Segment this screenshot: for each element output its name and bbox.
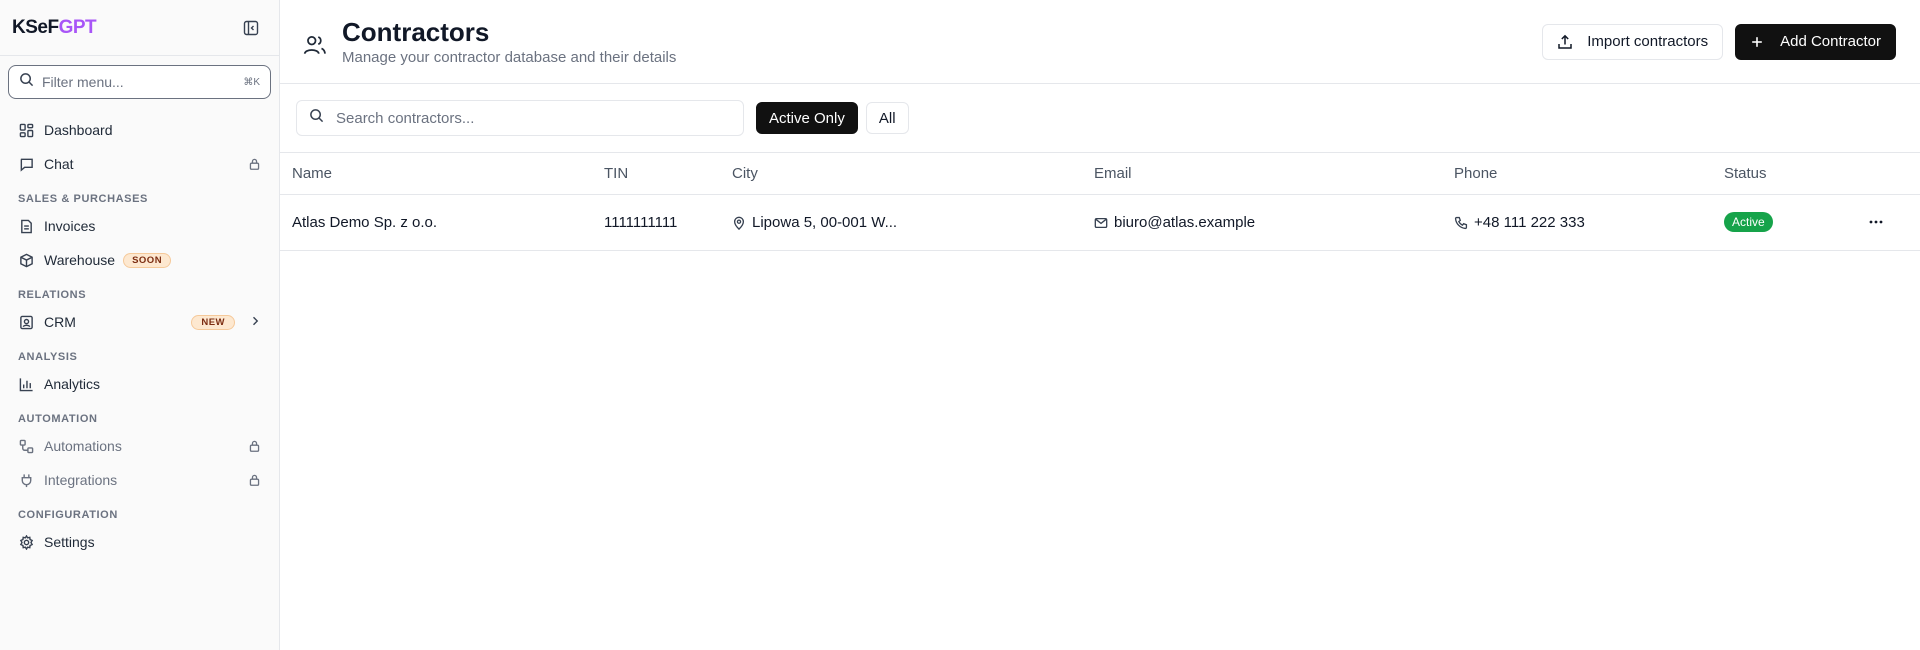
chevron-right-icon[interactable] [249, 314, 261, 330]
main-content: Contractors Manage your contractor datab… [280, 0, 1920, 650]
cell-name: Atlas Demo Sp. z o.o. [280, 194, 592, 251]
gear-icon [18, 534, 34, 550]
import-contractors-button[interactable]: Import contractors [1542, 23, 1724, 60]
filter-active-only-button[interactable]: Active Only [756, 102, 858, 134]
search-field[interactable] [296, 100, 744, 136]
cell-actions [1852, 194, 1920, 251]
table-header-row: Name TIN City Email Phone Status [280, 153, 1920, 195]
sidebar-item-label: Integrations [44, 472, 118, 488]
sidebar-item-chat[interactable]: Chat [0, 147, 279, 181]
sidebar-nav: Dashboard Chat SALES & PURCHASES Invoice… [0, 99, 279, 559]
page-subtitle: Manage your contractor database and thei… [342, 49, 677, 66]
invoice-icon [18, 218, 34, 234]
more-actions-icon[interactable] [1864, 210, 1888, 234]
column-header-name[interactable]: Name [280, 153, 592, 195]
cell-phone: +48 111 222 333 [1442, 194, 1712, 251]
package-icon [18, 252, 34, 268]
lock-icon [248, 158, 261, 171]
column-header-actions [1852, 153, 1920, 195]
mail-icon [1094, 216, 1108, 230]
section-relations: RELATIONS [18, 289, 87, 301]
phone-icon [1454, 216, 1468, 230]
sidebar-item-label: Dashboard [44, 122, 113, 138]
crm-right: NEW [191, 314, 261, 330]
sidebar-item-integrations[interactable]: Integrations [0, 463, 279, 497]
page-title: Contractors [342, 17, 490, 47]
map-pin-icon [732, 216, 746, 230]
sidebar-item-warehouse[interactable]: Warehouse SOON [0, 243, 279, 277]
plug-icon [18, 472, 34, 488]
soon-badge: SOON [123, 252, 172, 268]
sidebar-item-dashboard[interactable]: Dashboard [0, 113, 279, 147]
filter-shortcut: ⌘K [243, 76, 260, 88]
chat-icon [18, 156, 34, 172]
sidebar-item-label: Analytics [44, 376, 101, 392]
add-label: Add Contractor [1780, 33, 1881, 50]
sidebar-item-analytics[interactable]: Analytics [0, 367, 279, 401]
sidebar-header: KSeFGPT [0, 0, 279, 56]
bar-chart-icon [18, 376, 34, 392]
section-automation: AUTOMATION [18, 413, 98, 425]
dashboard-icon [18, 122, 34, 138]
table-row[interactable]: Atlas Demo Sp. z o.o. 1111111111 Lipowa … [280, 194, 1920, 251]
sidebar-item-settings[interactable]: Settings [0, 525, 279, 559]
logo-part-1: KSeF [12, 16, 59, 38]
search-icon [309, 108, 324, 128]
email-text[interactable]: biuro@atlas.example [1114, 214, 1255, 231]
sidebar: KSeFGPT ⌘K Dashboard [0, 0, 280, 650]
filter-menu-input[interactable] [42, 74, 244, 90]
section-sales: SALES & PURCHASES [18, 193, 148, 205]
table-toolbar: Active Only All [280, 84, 1920, 153]
sidebar-item-label: Automations [44, 438, 122, 454]
column-header-status[interactable]: Status [1712, 153, 1852, 195]
status-badge: Active [1724, 212, 1773, 232]
sidebar-item-crm[interactable]: CRM NEW [0, 305, 279, 339]
cell-tin: 1111111111 [592, 194, 720, 251]
phone-text: +48 111 222 333 [1474, 213, 1585, 231]
cell-email: biuro@atlas.example [1082, 194, 1442, 251]
section-analysis: ANALYSIS [18, 351, 78, 363]
lock-icon [248, 474, 261, 487]
add-contractor-button[interactable]: Add Contractor [1735, 23, 1896, 60]
contact-card-icon [18, 314, 34, 330]
column-header-phone[interactable]: Phone [1442, 153, 1712, 195]
app-logo[interactable]: KSeFGPT [12, 16, 97, 39]
city-text: Lipowa 5, 00-001 W... [752, 213, 898, 231]
sidebar-item-label: CRM [44, 314, 76, 330]
page-header: Contractors Manage your contractor datab… [280, 0, 1920, 84]
new-badge: NEW [191, 314, 235, 330]
section-configuration: CONFIGURATION [18, 509, 118, 521]
cell-city: Lipowa 5, 00-001 W... [720, 194, 1082, 251]
plus-icon [1750, 34, 1766, 50]
sidebar-item-label: Settings [44, 534, 95, 550]
filter-menu-field[interactable]: ⌘K [8, 65, 271, 99]
filter-all-button[interactable]: All [865, 102, 909, 134]
search-input[interactable] [336, 109, 731, 127]
sidebar-collapse-icon[interactable] [241, 18, 261, 38]
sidebar-item-automations[interactable]: Automations [0, 429, 279, 463]
import-label: Import contractors [1587, 33, 1709, 50]
app-root: KSeFGPT ⌘K Dashboard [0, 0, 1920, 650]
column-header-city[interactable]: City [720, 153, 1082, 195]
title-wrap: Contractors Manage your contractor datab… [342, 17, 1542, 66]
logo-part-2: GPT [58, 16, 97, 38]
sidebar-item-label: Chat [44, 156, 74, 172]
workflow-icon [18, 438, 34, 454]
upload-icon [1557, 34, 1573, 50]
search-icon [19, 72, 34, 92]
users-icon [302, 32, 328, 58]
sidebar-item-invoices[interactable]: Invoices [0, 209, 279, 243]
cell-status: Active [1712, 194, 1852, 251]
column-header-tin[interactable]: TIN [592, 153, 720, 195]
column-header-email[interactable]: Email [1082, 153, 1442, 195]
lock-icon [248, 440, 261, 453]
sidebar-item-label: Invoices [44, 218, 96, 234]
contractors-table: Name TIN City Email Phone Status Atlas D… [280, 153, 1920, 251]
sidebar-item-label: Warehouse [44, 252, 116, 268]
